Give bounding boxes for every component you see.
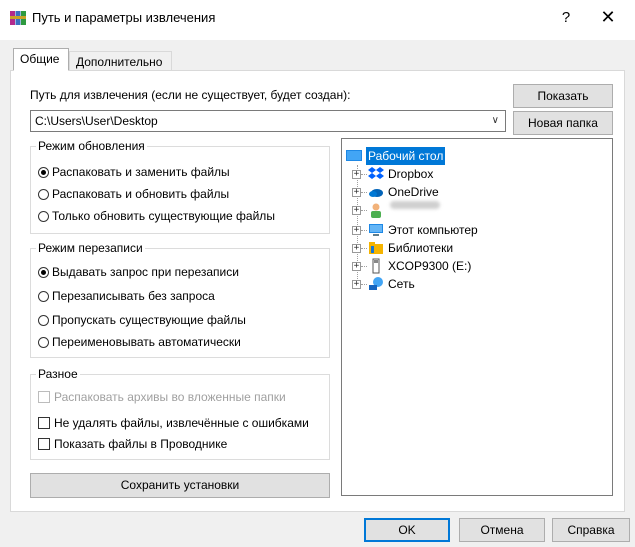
dropbox-icon (368, 167, 384, 179)
radio-label: Пропускать существующие файлы (52, 313, 246, 327)
checkbox-label: Распаковать архивы во вложенные папки (54, 390, 286, 404)
usb-drive-icon (372, 258, 380, 274)
tab-general[interactable]: Общие (13, 48, 69, 71)
radio-indicator[interactable] (38, 211, 49, 222)
expand-icon[interactable]: + (352, 262, 361, 271)
path-combobox[interactable]: C:\Users\User\Desktop ∨ (30, 110, 506, 132)
tree-item-label: Этот компьютер (388, 223, 478, 237)
radio-extract-update[interactable]: Распаковать и обновить файлы (38, 187, 229, 201)
libraries-icon (369, 242, 383, 254)
ok-button[interactable]: OK (364, 518, 450, 542)
tree-branch-line (361, 210, 367, 211)
radio-label: Распаковать и заменить файлы (52, 165, 230, 179)
check-keep-broken-files[interactable]: Не удалять файлы, извлечённые с ошибками (38, 416, 309, 430)
tree-item-label: Библиотеки (388, 241, 454, 255)
check-extract-subfolders: Распаковать архивы во вложенные папки (38, 390, 286, 404)
chevron-down-icon[interactable]: ∨ (492, 111, 499, 131)
checkbox-indicator (38, 391, 50, 403)
save-settings-button[interactable]: Сохранить установки (30, 473, 330, 498)
computer-icon (369, 224, 383, 236)
tree-branch-line (361, 192, 367, 193)
check-show-in-explorer[interactable]: Показать файлы в Проводнике (38, 437, 227, 451)
radio-label: Распаковать и обновить файлы (52, 187, 230, 201)
radio-indicator[interactable] (38, 167, 49, 178)
close-button[interactable]: ✕ (596, 7, 620, 28)
radio-indicator[interactable] (38, 337, 49, 348)
winrar-app-icon (10, 11, 26, 25)
help-button[interactable]: Справка (552, 518, 630, 542)
tree-branch-line (361, 248, 367, 249)
radio-ask-overwrite[interactable]: Выдавать запрос при перезаписи (38, 265, 239, 279)
checkbox-indicator[interactable] (38, 417, 50, 429)
desktop-icon (346, 150, 362, 161)
path-value: C:\Users\User\Desktop (35, 114, 158, 128)
window-title: Путь и параметры извлечения (32, 10, 216, 25)
tab-general-label: Общие (20, 52, 60, 66)
tree-item-label: XCOP9300 (E:) (388, 259, 472, 273)
help-title-button[interactable]: ? (556, 9, 576, 26)
tree-branch-line (361, 284, 367, 285)
tab-advanced-label: Дополнительно (76, 55, 163, 69)
tree-item-blurred-label (390, 201, 440, 209)
misc-title: Разное (36, 367, 80, 381)
checkbox-indicator[interactable] (38, 438, 50, 450)
user-icon (371, 203, 381, 218)
folder-tree[interactable]: Рабочий стол + Dropbox + OneDrive + + Эт… (341, 138, 613, 496)
radio-indicator[interactable] (38, 189, 49, 200)
tree-item-label: OneDrive (388, 185, 439, 199)
tree-item-label: Рабочий стол (366, 147, 446, 165)
show-button[interactable]: Показать (513, 84, 613, 108)
tree-item-label: Сеть (388, 277, 415, 291)
radio-label: Выдавать запрос при перезаписи (52, 265, 239, 279)
expand-icon[interactable]: + (352, 188, 361, 197)
radio-indicator[interactable] (38, 291, 49, 302)
radio-label: Переименовывать автоматически (52, 335, 241, 349)
network-icon (369, 277, 383, 290)
update-mode-title: Режим обновления (36, 139, 147, 153)
onedrive-icon (369, 189, 383, 197)
radio-extract-replace[interactable]: Распаковать и заменить файлы (38, 165, 230, 179)
radio-indicator[interactable] (38, 267, 49, 278)
radio-label: Только обновить существующие файлы (52, 209, 275, 223)
tab-join (14, 70, 68, 72)
overwrite-mode-title: Режим перезаписи (36, 241, 145, 255)
tree-branch-line (361, 266, 367, 267)
radio-indicator[interactable] (38, 315, 49, 326)
expand-icon[interactable]: + (352, 280, 361, 289)
radio-skip-existing[interactable]: Пропускать существующие файлы (38, 313, 246, 327)
tree-branch-line (361, 230, 367, 231)
tree-item-label: Dropbox (388, 167, 434, 181)
radio-label: Перезаписывать без запроса (52, 289, 215, 303)
checkbox-label: Показать файлы в Проводнике (54, 437, 228, 451)
new-folder-button[interactable]: Новая папка (513, 111, 613, 135)
checkbox-label: Не удалять файлы, извлечённые с ошибками (54, 416, 309, 430)
radio-update-existing[interactable]: Только обновить существующие файлы (38, 209, 275, 223)
radio-overwrite-no-prompt[interactable]: Перезаписывать без запроса (38, 289, 215, 303)
path-label: Путь для извлечения (если не существует,… (30, 88, 351, 102)
expand-icon[interactable]: + (352, 244, 361, 253)
radio-auto-rename[interactable]: Переименовывать автоматически (38, 335, 241, 349)
expand-icon[interactable]: + (352, 170, 361, 179)
tab-advanced[interactable]: Дополнительно (69, 51, 172, 71)
cancel-button[interactable]: Отмена (459, 518, 545, 542)
expand-icon[interactable]: + (352, 206, 361, 215)
expand-icon[interactable]: + (352, 226, 361, 235)
tree-branch-line (361, 174, 367, 175)
